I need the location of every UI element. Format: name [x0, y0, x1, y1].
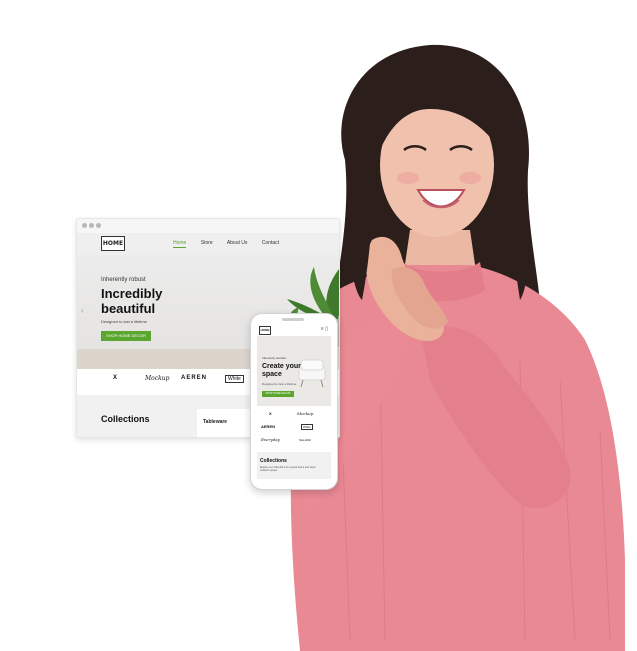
nav-link-home[interactable]: Home — [173, 240, 187, 248]
site-logo[interactable]: HOME — [101, 236, 125, 251]
brand-logo: White — [225, 375, 244, 383]
mobile-hero-title-line2: space — [262, 371, 282, 378]
mobile-header-icons: ≡ ▯ — [321, 326, 328, 332]
brand-logo: Scientific — [299, 438, 312, 442]
brand-logo: X — [269, 411, 272, 416]
hero-kicker: Inherently robust — [101, 277, 146, 283]
brand-logo: AEREN — [181, 375, 208, 381]
phone-screen: HOME ≡ ▯ Inherently durable Create your … — [257, 324, 331, 479]
mobile-brand-logos: X Mockup AEREN White Everyday Scientific — [257, 406, 331, 452]
site-header: HOME Home Store About Us Contact — [77, 233, 339, 255]
collection-card-label: Tableware — [203, 419, 228, 425]
mobile-header: HOME ≡ ▯ — [257, 324, 331, 336]
brand-logo: AEREN — [261, 424, 276, 429]
window-dot-icon — [89, 223, 94, 228]
window-dot-icon — [96, 223, 101, 228]
mobile-collections-text: Explore our collections for a great home… — [260, 466, 316, 472]
shop-home-decor-button[interactable]: SHOP HOME DECOR — [101, 331, 151, 341]
hero-subtitle: Designed to last a lifetime — [101, 319, 147, 324]
hero-title-line1: Incredibly — [101, 286, 163, 301]
mobile-collections-title: Collections — [260, 458, 287, 464]
cart-icon[interactable]: ▯ — [325, 326, 328, 332]
mobile-hero-title-line1: Create your — [262, 363, 301, 370]
brand-logo: Mockup — [297, 411, 314, 416]
carousel-prev-icon[interactable]: ‹ — [81, 306, 84, 315]
mobile-hero-kicker: Inherently durable — [262, 356, 287, 360]
site-nav-links: Home Store About Us Contact — [173, 240, 292, 248]
phone-speaker — [282, 318, 304, 321]
collections-title: Collections — [101, 414, 150, 424]
hero-title-line2: beautiful — [101, 301, 156, 316]
mobile-hero-title: Create your space — [262, 363, 306, 379]
brand-logo: Everyday — [261, 437, 280, 442]
window-dot-icon — [82, 223, 87, 228]
mobile-site-logo[interactable]: HOME — [259, 326, 271, 335]
nav-link-contact[interactable]: Contact — [262, 240, 279, 246]
browser-chrome — [77, 219, 339, 234]
brand-logo: Mockup — [145, 375, 170, 382]
menu-icon[interactable]: ≡ — [321, 326, 324, 332]
hero-title: Incredibly beautiful — [101, 286, 191, 316]
brand-logo: X — [113, 375, 118, 381]
mobile-hero-subtitle: Designed to last a lifetime — [262, 382, 297, 386]
mobile-website-mockup: HOME ≡ ▯ Inherently durable Create your … — [250, 313, 338, 490]
nav-link-store[interactable]: Store — [201, 240, 213, 246]
brand-logo: White — [301, 424, 313, 430]
marketing-scene: HOME Home Store About Us Contact ‹ Inher… — [0, 0, 637, 651]
mobile-shop-button[interactable]: SHOP HOME DECOR — [262, 391, 294, 397]
mobile-collections-section: Collections Explore our collections for … — [257, 452, 331, 479]
mobile-hero-section: Inherently durable Create your space Des… — [257, 336, 331, 406]
nav-link-about[interactable]: About Us — [227, 240, 248, 246]
